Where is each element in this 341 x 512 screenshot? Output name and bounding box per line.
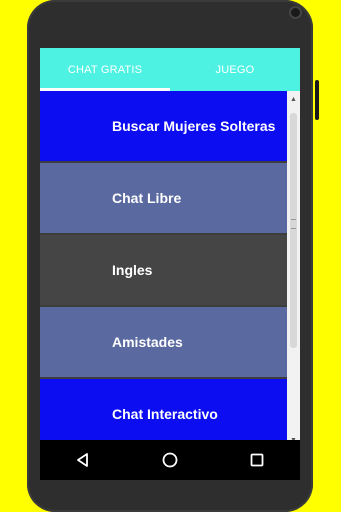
tab-juego[interactable]: JUEGO: [170, 48, 300, 91]
home-circle-icon: [162, 452, 178, 468]
scroll-up-icon[interactable]: ▲: [287, 93, 300, 105]
list-item-label: Chat Interactivo: [112, 406, 218, 422]
list-item-label: Ingles: [112, 262, 153, 278]
home-button[interactable]: [150, 440, 190, 480]
app-screen: CHAT GRATIS JUEGO Buscar Mujeres Soltera…: [40, 48, 300, 448]
scrollbar[interactable]: ▲ ▼: [287, 91, 300, 448]
list-item-label: Chat Libre: [112, 190, 182, 206]
back-button[interactable]: [63, 440, 103, 480]
tab-label: JUEGO: [215, 63, 255, 76]
recents-square-icon: [250, 453, 264, 467]
list-item[interactable]: Chat Libre: [40, 163, 287, 233]
back-triangle-icon: [77, 453, 89, 467]
recents-button[interactable]: [237, 440, 277, 480]
list-item-label: Buscar Mujeres Solteras: [112, 118, 276, 134]
phone-side-button: [315, 80, 319, 120]
tab-chat-gratis[interactable]: CHAT GRATIS: [40, 48, 170, 91]
tab-bar: CHAT GRATIS JUEGO: [40, 48, 300, 91]
scroll-thumb[interactable]: [290, 113, 297, 348]
scroll-grip-icon: [291, 219, 296, 229]
list-item[interactable]: Chat Interactivo: [40, 379, 287, 448]
list-item[interactable]: Amistades: [40, 307, 287, 377]
android-nav-bar: [40, 440, 300, 480]
list-item-label: Amistades: [112, 334, 183, 350]
list-item[interactable]: Ingles: [40, 235, 287, 305]
list-item[interactable]: Buscar Mujeres Solteras: [40, 91, 287, 161]
tab-label: CHAT GRATIS: [67, 63, 143, 76]
chat-list: Buscar Mujeres Solteras Chat Libre Ingle…: [40, 91, 287, 448]
camera-icon: [291, 8, 300, 17]
